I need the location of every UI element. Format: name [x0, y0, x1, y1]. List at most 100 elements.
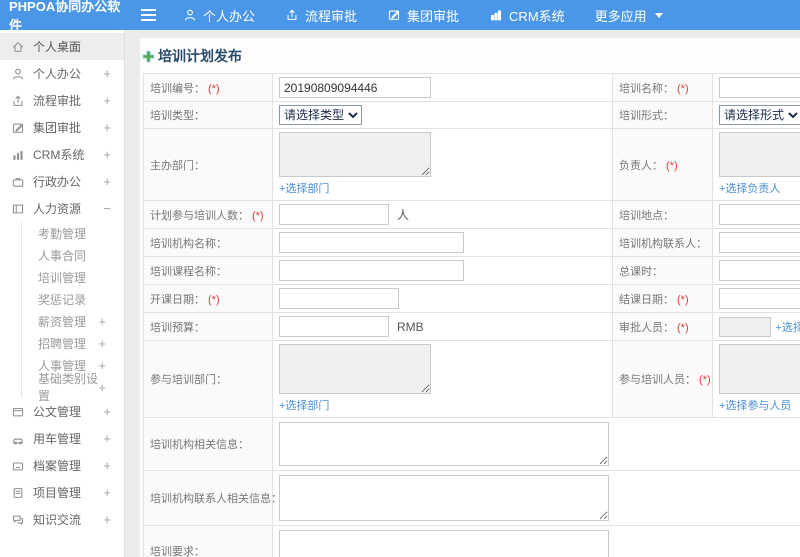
user-icon: [12, 68, 24, 79]
collapse-sign[interactable]: −: [103, 201, 124, 216]
join-departments-textarea[interactable]: [279, 344, 431, 394]
sidebar-item-label: 集团审批: [33, 121, 82, 135]
label-join-persons: 参与培训人员： (*): [612, 340, 713, 418]
form-row: 计划参与培训人数： (*) 人 培训地点：: [143, 200, 800, 229]
org-info-textarea[interactable]: [279, 422, 609, 466]
cell: [272, 73, 613, 102]
menu-toggle-button[interactable]: [128, 14, 168, 16]
add-icon: [142, 50, 155, 62]
expand-sign[interactable]: +: [98, 358, 124, 373]
sidebar-item-label: 用车管理: [33, 432, 82, 446]
expand-sign[interactable]: +: [98, 380, 124, 395]
start-date-input[interactable]: [279, 288, 399, 309]
required-mark: (*): [666, 159, 678, 172]
training-type-select[interactable]: 请选择类型: [279, 105, 362, 125]
training-requirements-textarea[interactable]: [279, 529, 609, 557]
leader-textarea[interactable]: [719, 132, 800, 177]
expand-sign[interactable]: +: [103, 485, 124, 500]
end-date-input[interactable]: [719, 288, 800, 309]
form-row: 开课日期： (*) 结课日期： (*): [143, 284, 800, 313]
label-training-type: 培训类型：: [143, 101, 273, 129]
sidebar-item-workflow-approval[interactable]: 流程审批 +: [0, 87, 124, 114]
select-leader-link[interactable]: +选择负责人: [719, 180, 780, 196]
nav-group-approval[interactable]: 集团审批: [372, 0, 474, 30]
org-contact-info-textarea[interactable]: [279, 475, 609, 521]
expand-sign[interactable]: +: [103, 93, 124, 108]
app-logo[interactable]: PHPOA协同办公软件: [0, 0, 128, 34]
org-name-input[interactable]: [279, 232, 464, 253]
sidebar-item-label: 人力资源: [33, 202, 82, 216]
sidebar-subitem-training[interactable]: 培训管理: [22, 266, 124, 288]
join-persons-textarea[interactable]: [719, 344, 800, 394]
cell: [712, 228, 800, 257]
training-place-input[interactable]: [719, 204, 800, 225]
planned-count-input[interactable]: [279, 204, 389, 225]
sidebar-item-crm-system[interactable]: CRM系统 +: [0, 141, 124, 168]
sidebar-item-personal-desktop[interactable]: 个人桌面: [0, 33, 124, 60]
doc-icon: [12, 407, 24, 416]
course-name-input[interactable]: [279, 260, 464, 281]
workflow-icon: [287, 9, 297, 20]
host-department-textarea[interactable]: [279, 132, 431, 177]
select-approver-link[interactable]: +选择审批人员: [775, 322, 800, 334]
sidebar-item-document-mgmt[interactable]: 公文管理 +: [0, 398, 124, 425]
org-contact-input[interactable]: [719, 232, 800, 253]
label-end-date: 结课日期： (*): [612, 284, 713, 313]
nav-more-apps[interactable]: 更多应用: [580, 0, 678, 30]
sidebar-item-personal-office[interactable]: 个人办公 +: [0, 60, 124, 87]
sidebar-item-vehicle-mgmt[interactable]: 用车管理 +: [0, 425, 124, 452]
expand-sign[interactable]: +: [103, 512, 124, 527]
label-training-mode: 培训形式：: [612, 101, 713, 129]
sidebar-item-human-resources[interactable]: 人力资源 −: [0, 195, 124, 222]
expand-sign[interactable]: +: [103, 120, 124, 135]
cell: +选择审批人员: [712, 312, 800, 341]
select-department-link[interactable]: +选择部门: [279, 397, 329, 413]
sidebar-item-knowledge-exchange[interactable]: 知识交流 +: [0, 506, 124, 533]
required-mark: (*): [208, 293, 220, 306]
sidebar-subitem-rewards[interactable]: 奖惩记录: [22, 288, 124, 310]
training-mode-select[interactable]: 请选择形式: [719, 105, 800, 125]
sidebar-item-archive-mgmt[interactable]: 档案管理 +: [0, 452, 124, 479]
required-mark: (*): [699, 374, 711, 386]
cell: 人: [272, 200, 613, 229]
expand-sign[interactable]: +: [103, 66, 124, 81]
form-row: 培训要求：: [143, 525, 800, 557]
main-area: 培训计划发布 培训编号：(*) 培训名称：(*) 培训类型： 请选择类型 培训形…: [125, 30, 800, 557]
sidebar-subitem-hr-contract[interactable]: 人事合同: [22, 244, 124, 266]
nav-personal-office[interactable]: 个人办公: [168, 0, 270, 30]
select-participants-link[interactable]: +选择参与人员: [719, 397, 791, 413]
expand-sign[interactable]: +: [103, 404, 124, 419]
label-training-name: 培训名称： (*): [612, 73, 713, 102]
total-hours-input[interactable]: [719, 260, 800, 281]
form-row: 培训机构相关信息：: [143, 417, 800, 471]
sidebar-subitem-base-category[interactable]: 基础类别设置 +: [22, 372, 124, 403]
expand-sign[interactable]: +: [103, 431, 124, 446]
cell: +选择负责人: [712, 128, 800, 201]
form-row: 培训类型： 请选择类型 培训形式： 请选择形式: [143, 101, 800, 129]
nav-label: 集团审批: [407, 8, 460, 24]
label-org-info: 培训机构相关信息：: [143, 417, 273, 471]
expand-sign[interactable]: +: [103, 458, 124, 473]
approver-box[interactable]: [719, 316, 771, 337]
car-icon: [13, 438, 23, 444]
training-no-input[interactable]: [279, 77, 431, 98]
sidebar-item-project-mgmt[interactable]: 项目管理 +: [0, 479, 124, 506]
sidebar-subitem-label: 考勤管理: [38, 226, 87, 241]
select-department-link[interactable]: +选择部门: [279, 180, 329, 196]
cell: [712, 73, 800, 102]
expand-sign[interactable]: +: [103, 174, 124, 189]
sidebar-subitem-attendance[interactable]: 考勤管理: [22, 222, 124, 244]
cell: [272, 525, 800, 557]
expand-sign[interactable]: +: [98, 314, 124, 329]
expand-sign[interactable]: +: [98, 336, 124, 351]
expand-sign[interactable]: +: [103, 147, 124, 162]
nav-label: CRM系统: [509, 8, 565, 24]
training-name-input[interactable]: [719, 77, 800, 98]
sidebar-item-group-approval[interactable]: 集团审批 +: [0, 114, 124, 141]
sidebar-item-admin-office[interactable]: 行政办公 +: [0, 168, 124, 195]
nav-workflow-approval[interactable]: 流程审批: [270, 0, 372, 30]
sidebar-subitem-salary[interactable]: 薪资管理 +: [22, 310, 124, 332]
nav-crm-system[interactable]: CRM系统: [474, 0, 580, 30]
budget-input[interactable]: [279, 316, 389, 337]
sidebar-subitem-recruit[interactable]: 招聘管理 +: [22, 332, 124, 354]
